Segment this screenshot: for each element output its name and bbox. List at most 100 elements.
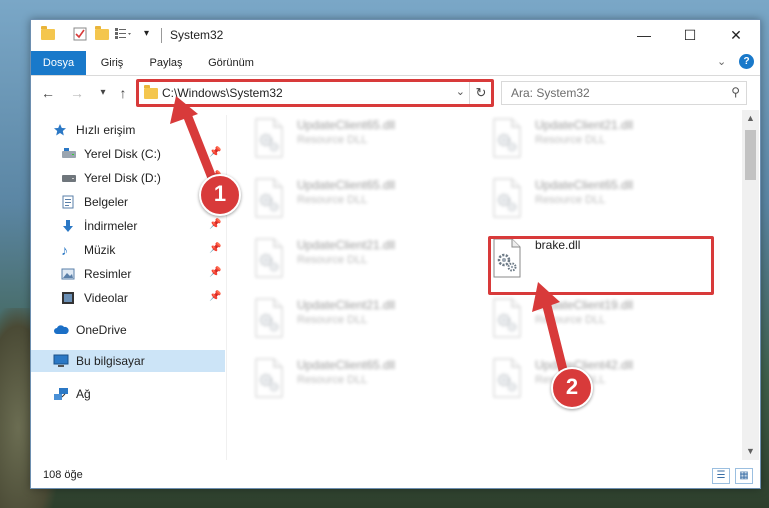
file-item[interactable]: UpdateClient65.dll Resource DLL xyxy=(491,176,711,234)
file-name: UpdateClient21.dll xyxy=(297,298,396,312)
dll-file-icon xyxy=(253,298,285,338)
sidebar-item-label: Yerel Disk (D:) xyxy=(84,171,161,185)
recent-locations-button[interactable]: ▾ xyxy=(95,84,111,102)
file-item[interactable]: UpdateClient21.dll Resource DLL xyxy=(491,116,711,174)
sidebar-item-onedrive[interactable]: OneDrive xyxy=(31,319,225,341)
properties-icon[interactable] xyxy=(73,27,87,41)
vertical-scrollbar[interactable]: ▲ ▼ xyxy=(742,110,759,460)
close-button[interactable]: ✕ xyxy=(713,20,759,51)
sidebar-item-disk-c[interactable]: Yerel Disk (C:) 📌 xyxy=(31,143,225,165)
file-name: UpdateClient65.dll xyxy=(535,178,634,192)
up-button[interactable]: ↑ xyxy=(115,84,131,102)
drive-icon xyxy=(61,171,76,185)
minimize-button[interactable]: — xyxy=(621,20,667,51)
file-type: Resource DLL xyxy=(535,194,606,206)
tab-view[interactable]: Görünüm xyxy=(201,51,261,75)
sidebar-item-disk-d[interactable]: Yerel Disk (D:) 📌 xyxy=(31,167,225,189)
file-item[interactable]: UpdateClient21.dll Resource DLL xyxy=(253,296,473,354)
downloads-icon xyxy=(61,219,75,233)
file-item[interactable]: UpdateClient65.dll Resource DLL xyxy=(253,116,473,174)
file-item[interactable]: UpdateClient42.dll Resource DLL xyxy=(491,356,711,414)
dll-file-icon xyxy=(491,298,523,338)
maximize-button[interactable]: ☐ xyxy=(667,20,713,51)
music-icon: ♪ xyxy=(61,242,68,258)
chevron-down-icon[interactable]: ⌄ xyxy=(717,55,726,68)
large-icons-view-icon[interactable]: ▦ xyxy=(735,468,753,484)
pin-icon[interactable]: 📌 xyxy=(209,147,221,158)
tab-share[interactable]: Paylaş xyxy=(141,51,191,75)
dll-file-icon xyxy=(491,118,523,158)
sidebar-item-label: Müzik xyxy=(84,243,116,257)
scroll-down-arrow[interactable]: ▼ xyxy=(742,443,759,460)
search-placeholder: Ara: System32 xyxy=(511,86,590,100)
file-explorer-window: ▾ System32 — ☐ ✕ Dosya Giriş Paylaş Görü… xyxy=(30,19,761,489)
file-type: Resource DLL xyxy=(297,194,368,206)
file-name: UpdateClient19.dll xyxy=(535,298,634,312)
file-item[interactable]: UpdateClient19.dll Resource DLL xyxy=(491,296,711,354)
pin-icon[interactable]: 📌 xyxy=(209,267,221,278)
file-type: Resource DLL xyxy=(297,254,368,266)
file-item[interactable]: UpdateClient21.dll Resource DLL xyxy=(253,236,473,294)
drive-icon xyxy=(61,147,76,161)
window-title: System32 xyxy=(170,28,224,42)
file-item[interactable]: UpdateClient65.dll Resource DLL xyxy=(253,176,473,234)
file-highlight-box xyxy=(488,236,714,295)
network-icon xyxy=(53,387,68,401)
address-highlight-box xyxy=(136,79,494,107)
sidebar-item-quick-access[interactable]: Hızlı erişim xyxy=(31,119,225,141)
dll-file-icon xyxy=(491,358,523,398)
navigation-pane: Hızlı erişim Yerel Disk (C:) 📌 Yerel Dis… xyxy=(31,115,225,460)
step-badge-1: 1 xyxy=(199,174,241,216)
pin-icon[interactable]: 📌 xyxy=(209,219,221,230)
sidebar-item-pictures[interactable]: Resimler 📌 xyxy=(31,263,225,285)
pin-icon[interactable]: 📌 xyxy=(209,243,221,254)
back-button[interactable]: ← xyxy=(40,84,56,102)
computer-icon xyxy=(53,354,69,368)
sidebar-item-downloads[interactable]: İndirmeler 📌 xyxy=(31,215,225,237)
dll-file-icon xyxy=(253,118,285,158)
sidebar-item-network[interactable]: Ağ xyxy=(31,383,225,405)
ribbon-tabs: Dosya Giriş Paylaş Görünüm ⌄ ? xyxy=(31,51,760,76)
pin-icon[interactable]: 📌 xyxy=(209,291,221,302)
file-type: Resource DLL xyxy=(535,314,606,326)
sidebar-item-label: Hızlı erişim xyxy=(76,123,136,137)
file-type: Resource DLL xyxy=(297,134,368,146)
scroll-up-arrow[interactable]: ▲ xyxy=(742,110,759,127)
help-icon[interactable]: ? xyxy=(739,54,754,69)
sidebar-item-label: Videolar xyxy=(84,291,128,305)
file-item[interactable]: UpdateClient65.dll Resource DLL xyxy=(253,356,473,414)
dll-file-icon xyxy=(253,238,285,278)
file-name: UpdateClient21.dll xyxy=(535,118,634,132)
search-box[interactable]: Ara: System32 ⚲ xyxy=(501,81,747,105)
file-list: UpdateClient65.dll Resource DLL UpdateCl… xyxy=(227,110,742,460)
forward-button[interactable]: → xyxy=(69,84,85,102)
sidebar-item-label: Belgeler xyxy=(84,195,129,209)
sidebar-item-music[interactable]: ♪ Müzik 📌 xyxy=(31,239,225,261)
file-type: Resource DLL xyxy=(535,134,606,146)
tab-home[interactable]: Giriş xyxy=(91,51,133,75)
dll-file-icon xyxy=(253,178,285,218)
file-name: UpdateClient65.dll xyxy=(297,358,396,372)
sidebar-item-label: OneDrive xyxy=(76,323,127,337)
cloud-icon xyxy=(53,323,69,337)
new-folder-icon[interactable] xyxy=(95,26,109,41)
customize-toolbar-icon[interactable]: ▾ xyxy=(144,27,158,41)
file-name: UpdateClient65.dll xyxy=(297,178,396,192)
search-icon[interactable]: ⚲ xyxy=(731,85,740,99)
documents-icon xyxy=(61,195,75,209)
sidebar-item-videos[interactable]: Videolar 📌 xyxy=(31,287,225,309)
sidebar-item-documents[interactable]: Belgeler 📌 xyxy=(31,191,225,213)
view-options-icon[interactable] xyxy=(115,27,131,41)
pictures-icon xyxy=(61,267,75,281)
sidebar-item-this-pc[interactable]: Bu bilgisayar xyxy=(31,350,225,372)
tab-file[interactable]: Dosya xyxy=(31,51,86,75)
file-name: UpdateClient65.dll xyxy=(297,118,396,132)
sidebar-item-label: Yerel Disk (C:) xyxy=(84,147,161,161)
scroll-thumb[interactable] xyxy=(745,130,756,180)
star-icon xyxy=(53,123,67,137)
folder-icon[interactable] xyxy=(41,26,55,41)
details-view-icon[interactable]: ☰ xyxy=(712,468,730,484)
address-row: ← → ▾ ↑ C:\Windows\System32 ⌄ ↻ Ara: Sys… xyxy=(31,76,760,110)
file-type: Resource DLL xyxy=(297,374,368,386)
sidebar-item-label: Resimler xyxy=(84,267,132,281)
